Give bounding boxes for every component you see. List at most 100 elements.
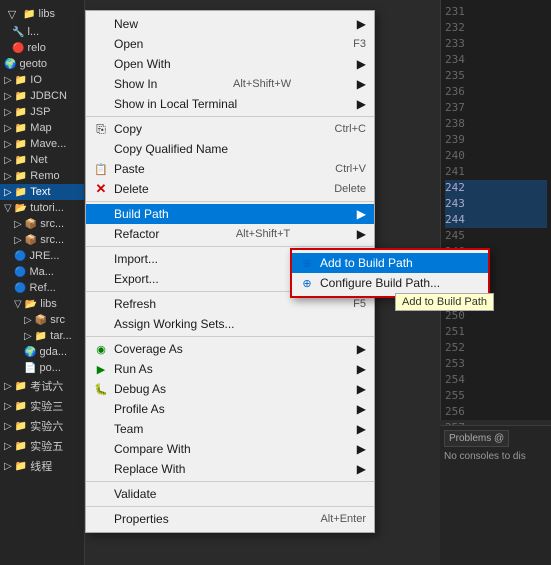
coverage-arrow: ▶	[347, 342, 366, 356]
menu-item-validate[interactable]: Validate	[86, 484, 374, 504]
tree-item-ma[interactable]: 🔵 Ma...	[0, 264, 84, 280]
show-in-arrow: ▶	[347, 77, 366, 91]
delete-icon: ✕	[92, 180, 110, 198]
menu-item-refactor[interactable]: Refactor Alt+Shift+T ▶	[86, 224, 374, 244]
tree-item-tutori[interactable]: ▽ 📂 tutori...	[0, 200, 84, 216]
tree-item-po[interactable]: 📄 po...	[0, 360, 84, 376]
paste-shortcut: Ctrl+V	[315, 163, 366, 175]
delete-shortcut: Delete	[314, 183, 366, 195]
menu-item-copy-qualified[interactable]: Copy Qualified Name	[86, 139, 374, 159]
menu-label-debug-as: Debug As	[114, 382, 166, 396]
open-shortcut: F3	[333, 38, 366, 50]
menu-label-show-local: Show in Local Terminal	[114, 97, 237, 111]
menu-item-coverage-as[interactable]: ◉ Coverage As ▶	[86, 339, 374, 359]
tree-item-shiyan5[interactable]: ▷ 📁 实验五	[0, 436, 84, 456]
tree-item-src3[interactable]: ▷ 📦 src	[0, 312, 84, 328]
tree-item-src1[interactable]: ▷ 📦 src...	[0, 216, 84, 232]
tree-item-shiyan6[interactable]: ▷ 📁 实验六	[0, 416, 84, 436]
show-in-shortcut: Alt+Shift+W	[213, 78, 291, 90]
menu-item-run-as[interactable]: ▶ Run As ▶	[86, 359, 374, 379]
submenu-label-configure: Configure Build Path...	[320, 276, 440, 290]
separator-1	[86, 116, 374, 117]
separator-6	[86, 481, 374, 482]
configure-build-path-icon: ⊕	[298, 274, 316, 292]
tree-item-tar[interactable]: ▷ 📁 tar...	[0, 328, 84, 344]
tree-item-map[interactable]: ▷ 📁 Map	[0, 120, 84, 136]
menu-item-properties[interactable]: Properties Alt+Enter	[86, 509, 374, 529]
menu-label-run-as: Run As	[114, 362, 153, 376]
tree-item-gda[interactable]: 🌍 gda...	[0, 344, 84, 360]
run-as-arrow: ▶	[347, 362, 366, 376]
copy-icon: ⎘	[92, 120, 110, 138]
open-with-arrow: ▶	[347, 57, 366, 71]
import-icon	[92, 250, 110, 268]
tree-item-jre[interactable]: 🔵 JRE...	[0, 248, 84, 264]
submenu-item-configure-build-path[interactable]: ⊕ Configure Build Path...	[292, 273, 488, 293]
team-icon	[92, 420, 110, 438]
submenu-item-add-to-build-path[interactable]: ⊕ Add to Build Path	[292, 253, 488, 273]
console-content: No consoles to dis	[444, 451, 547, 462]
tree-item-net[interactable]: ▷ 📁 Net	[0, 152, 84, 168]
menu-item-replace-with[interactable]: Replace With ▶	[86, 459, 374, 479]
open-icon	[92, 35, 110, 53]
menu-item-team[interactable]: Team ▶	[86, 419, 374, 439]
menu-item-profile-as[interactable]: Profile As ▶	[86, 399, 374, 419]
refresh-shortcut: F5	[333, 298, 366, 310]
add-to-build-path-tooltip: Add to Build Path	[395, 293, 494, 311]
profile-as-arrow: ▶	[347, 402, 366, 416]
project-tree-panel: ▽ 📁 libs 🔧 l... 🔴 relo 🌍 geoto ▷ 📁 IO ▷ …	[0, 0, 85, 565]
refactor-icon	[92, 225, 110, 243]
arrow-icon: ▶	[347, 17, 366, 31]
menu-item-show-in[interactable]: Show In Alt+Shift+W ▶	[86, 74, 374, 94]
menu-label-export: Export...	[114, 272, 159, 286]
menu-label-properties: Properties	[114, 512, 169, 526]
properties-icon	[92, 510, 110, 528]
tree-item-jsp[interactable]: ▷ 📁 JSP	[0, 104, 84, 120]
submenu-label-add-to-build-path: Add to Build Path	[320, 256, 413, 270]
menu-item-delete[interactable]: ✕ Delete Delete	[86, 179, 374, 199]
menu-item-compare-with[interactable]: Compare With ▶	[86, 439, 374, 459]
add-to-build-path-icon: ⊕	[298, 254, 316, 272]
menu-item-copy[interactable]: ⎘ Copy Ctrl+C	[86, 119, 374, 139]
menu-item-open[interactable]: Open F3	[86, 34, 374, 54]
tree-item-shiyan3[interactable]: ▷ 📁 实验三	[0, 396, 84, 416]
new-icon	[92, 15, 110, 33]
menu-item-assign-working-sets[interactable]: Assign Working Sets...	[86, 314, 374, 334]
tree-item-remo[interactable]: ▷ 📁 Remo	[0, 168, 84, 184]
menu-item-new[interactable]: New ▶	[86, 14, 374, 34]
properties-shortcut: Alt+Enter	[300, 513, 366, 525]
tab-problems[interactable]: Problems @	[444, 430, 509, 447]
menu-label-profile-as: Profile As	[114, 402, 165, 416]
tree-item-l[interactable]: 🔧 l...	[0, 24, 84, 40]
show-local-icon	[92, 95, 110, 113]
menu-item-show-local[interactable]: Show in Local Terminal ▶	[86, 94, 374, 114]
coverage-icon: ◉	[92, 340, 110, 358]
tree-item-kaoshi6[interactable]: ▷ 📁 考试六	[0, 376, 84, 396]
tree-item-text[interactable]: ▷ 📁 Text	[0, 184, 84, 200]
menu-item-open-with[interactable]: Open With ▶	[86, 54, 374, 74]
open-with-icon	[92, 55, 110, 73]
tree-item-src2[interactable]: ▷ 📦 src...	[0, 232, 84, 248]
export-icon	[92, 270, 110, 288]
menu-label-import: Import...	[114, 252, 158, 266]
no-console-text: No consoles to dis	[444, 451, 526, 462]
tree-item-libs[interactable]: ▽ 📁 libs	[0, 4, 84, 24]
tree-item-jdbc[interactable]: ▷ 📁 JDBCN	[0, 88, 84, 104]
tree-item-geoto[interactable]: 🌍 geoto	[0, 56, 84, 72]
separator-2	[86, 201, 374, 202]
debug-icon: 🐛	[92, 380, 110, 398]
tree-item-libs2[interactable]: ▽ 📂 libs	[0, 296, 84, 312]
tooltip-text: Add to Build Path	[402, 296, 487, 308]
menu-item-build-path[interactable]: Build Path ▶	[86, 204, 374, 224]
compare-arrow: ▶	[347, 442, 366, 456]
tree-item-relo[interactable]: 🔴 relo	[0, 40, 84, 56]
menu-item-debug-as[interactable]: 🐛 Debug As ▶	[86, 379, 374, 399]
menu-item-paste[interactable]: 📋 Paste Ctrl+V	[86, 159, 374, 179]
menu-label-refactor: Refactor	[114, 227, 159, 241]
tree-item-io[interactable]: ▷ 📁 IO	[0, 72, 84, 88]
debug-as-arrow: ▶	[347, 382, 366, 396]
tab-problems-label: Problems @	[449, 433, 504, 444]
tree-item-mave[interactable]: ▷ 📁 Mave...	[0, 136, 84, 152]
tree-item-ref[interactable]: 🔵 Ref...	[0, 280, 84, 296]
tree-item-xiancheng[interactable]: ▷ 📁 线程	[0, 456, 84, 476]
